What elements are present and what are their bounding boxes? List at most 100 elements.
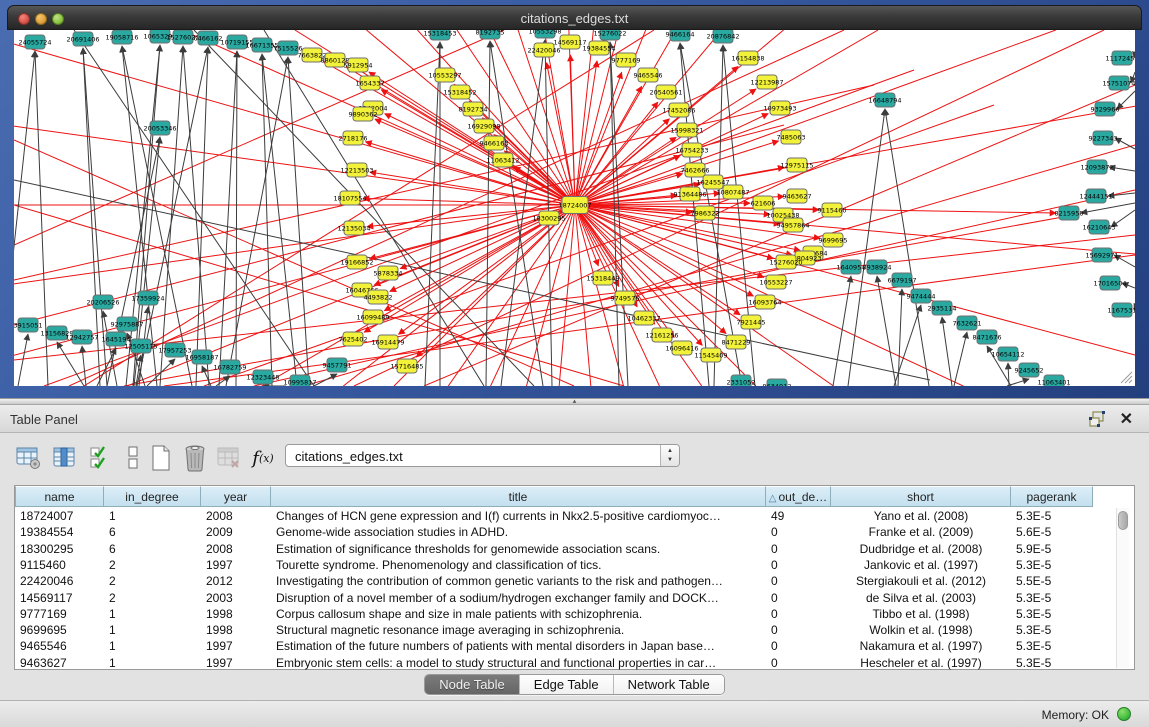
network-node[interactable]: 9466163 <box>480 136 509 150</box>
network-node[interactable]: 7485063 <box>777 130 806 144</box>
column-header-name[interactable]: name <box>15 486 104 507</box>
column-header-in_degree[interactable]: in_degree <box>104 486 201 507</box>
network-node[interactable]: 5878334 <box>374 266 403 280</box>
table-row[interactable]: 1456911722003Disruption of a novel membe… <box>15 590 1093 606</box>
network-node[interactable]: 17016504 <box>1093 276 1126 290</box>
network-node[interactable]: 9463627 <box>783 189 812 203</box>
network-node[interactable]: 20876842 <box>706 30 739 43</box>
network-node[interactable]: 9890362 <box>349 107 378 121</box>
network-node[interactable]: 2718176 <box>339 131 368 145</box>
network-node[interactable]: 9227343 <box>1089 131 1118 145</box>
network-node[interactable]: 12093872 <box>1080 160 1113 174</box>
column-header-title[interactable]: title <box>271 486 766 507</box>
column-header-pagerank[interactable]: pagerank <box>1011 486 1093 507</box>
network-node[interactable]: 15318452 <box>443 85 476 99</box>
table-row[interactable]: 911546021997Tourette syndrome. Phenomeno… <box>15 557 1093 573</box>
network-node[interactable]: 16648794 <box>868 93 901 107</box>
network-node[interactable]: 1167531 <box>1108 303 1135 317</box>
network-node[interactable]: 10553298 <box>528 30 561 38</box>
network-node[interactable]: 16782759 <box>213 360 246 374</box>
network-node[interactable]: 7625402 <box>339 332 368 346</box>
table-chooser-dropdown[interactable]: citations_edges.txt ▲▼ <box>285 444 680 467</box>
network-node[interactable]: 11063401 <box>1037 375 1070 386</box>
network-node[interactable]: 16914479 <box>371 335 404 349</box>
network-node[interactable]: 4493822 <box>364 290 393 304</box>
table-row[interactable]: 2242004622012Investigating the contribut… <box>15 573 1093 589</box>
network-canvas[interactable]: 7663822886012859129541654337234200498903… <box>14 30 1135 386</box>
column-header-out_de[interactable]: △out_de… <box>766 486 831 507</box>
select-column-icon[interactable] <box>50 443 80 473</box>
vertical-scrollbar[interactable] <box>1116 508 1129 668</box>
network-node[interactable]: 9749576 <box>611 291 640 305</box>
network-node[interactable]: 18724007 <box>558 197 591 214</box>
network-node[interactable]: 12135034 <box>337 221 370 235</box>
network-node[interactable]: 15276022 <box>593 30 626 40</box>
table-row[interactable]: 1830029562008Estimation of significance … <box>15 541 1093 557</box>
column-header-short[interactable]: short <box>831 486 1011 507</box>
network-node[interactable]: 9777169 <box>612 53 641 67</box>
tab-network-table[interactable]: Network Table <box>614 675 724 694</box>
network-node[interactable]: 10973493 <box>763 101 796 115</box>
network-node[interactable]: 9634012 <box>763 379 792 386</box>
network-node[interactable]: 9474444 <box>907 289 936 303</box>
network-node[interactable]: 1640954 <box>837 260 866 274</box>
network-node[interactable]: 3915051 <box>14 318 42 332</box>
network-node[interactable]: 9457791 <box>323 358 352 372</box>
network-node[interactable]: 11172453 <box>1105 51 1135 65</box>
network-node[interactable]: 5912954 <box>344 58 373 72</box>
network-node[interactable]: 10654112 <box>991 347 1024 361</box>
network-node[interactable]: 10553227 <box>759 275 792 289</box>
network-node[interactable]: 20691406 <box>66 32 99 46</box>
table-row[interactable]: 946362711997Embryonic stem cells: a mode… <box>15 655 1093 671</box>
network-node[interactable]: 8192734 <box>459 102 488 116</box>
delete-column-icon[interactable] <box>180 443 210 473</box>
network-node[interactable]: 9115460 <box>818 203 847 217</box>
network-node[interactable]: 9245652 <box>1015 363 1044 377</box>
network-node[interactable]: 20206526 <box>86 295 119 309</box>
network-node[interactable]: 15751074 <box>1102 76 1135 90</box>
network-node[interactable]: 16210643 <box>1082 220 1115 234</box>
network-node[interactable]: 15318453 <box>423 30 456 40</box>
network-node[interactable]: 1654337 <box>356 76 385 90</box>
tab-node-table[interactable]: Node Table <box>425 675 520 694</box>
network-node[interactable]: 7921445 <box>737 315 766 329</box>
table-row[interactable]: 1872400712008Changes of HCN gene express… <box>15 508 1093 524</box>
table-row[interactable]: 977716911998Corpus callosum shape and si… <box>15 606 1093 622</box>
column-checks-icon[interactable] <box>86 443 116 473</box>
table-settings-icon[interactable] <box>14 443 44 473</box>
network-node[interactable]: 17452086 <box>662 103 695 117</box>
float-panel-icon[interactable] <box>1089 411 1107 427</box>
network-node[interactable]: 18107554 <box>333 191 366 205</box>
network-node[interactable]: 11545409 <box>694 348 727 362</box>
network-node[interactable]: 7515526 <box>274 41 303 55</box>
tab-edge-table[interactable]: Edge Table <box>520 675 614 694</box>
network-node[interactable]: 10553297 <box>428 68 461 82</box>
panel-divider[interactable]: ▴ <box>0 398 1149 405</box>
table-row[interactable]: 946554611997Estimation of the future num… <box>15 638 1093 654</box>
table-row[interactable]: 1938455462009Genome-wide association stu… <box>15 524 1093 540</box>
network-node[interactable]: 9465546 <box>634 68 663 82</box>
network-node[interactable]: 20053346 <box>143 121 176 135</box>
network-node[interactable]: 9466164 <box>666 30 695 41</box>
function-builder-icon[interactable]: f(x) <box>248 443 278 473</box>
network-node[interactable]: 2935114 <box>928 301 957 315</box>
table-row[interactable]: 969969511998Structural magnetic resonanc… <box>15 622 1093 638</box>
network-node[interactable]: 9329966 <box>1091 102 1120 116</box>
network-node[interactable]: 20540561 <box>649 85 682 99</box>
network-node[interactable]: 10995817 <box>283 375 316 386</box>
network-node[interactable]: 8471676 <box>973 330 1002 344</box>
resize-grip[interactable] <box>1119 370 1133 384</box>
column-header-year[interactable]: year <box>201 486 271 507</box>
network-node[interactable]: 19058716 <box>105 30 138 44</box>
network-node[interactable]: 91364486 <box>673 187 706 201</box>
network-node[interactable]: 16154838 <box>731 51 764 65</box>
network-node[interactable]: 621606 <box>751 196 776 210</box>
network-node[interactable]: 8215958 <box>1055 206 1084 220</box>
network-node[interactable]: 8471229 <box>722 335 751 349</box>
close-panel-icon[interactable]: ✕ <box>1120 409 1133 429</box>
row-selector-icon[interactable] <box>118 443 148 473</box>
network-node[interactable]: 7986322 <box>691 206 720 220</box>
network-node[interactable]: 6679197 <box>888 273 917 287</box>
network-node[interactable]: 6466162 <box>194 31 223 45</box>
network-node[interactable]: 8192735 <box>476 30 505 39</box>
